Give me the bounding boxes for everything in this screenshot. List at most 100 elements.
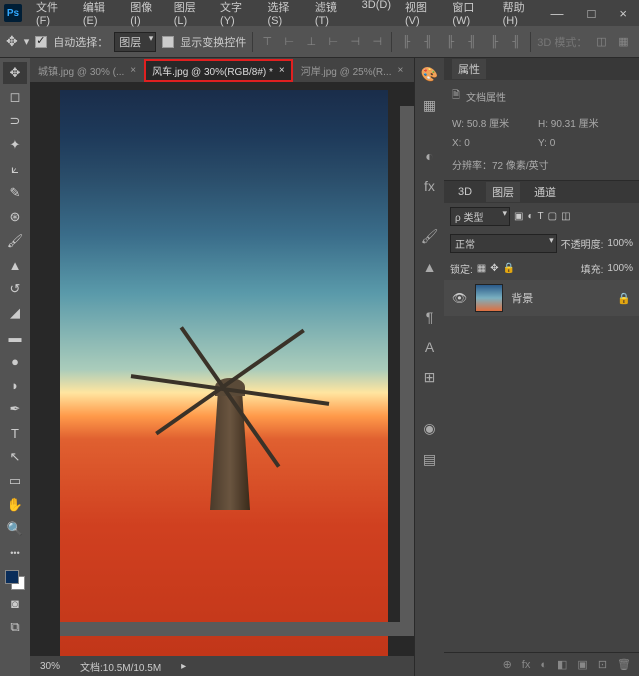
properties-tab[interactable]: 属性: [452, 59, 486, 79]
chevron-down-icon[interactable]: ▾: [24, 35, 30, 48]
stamp-tool[interactable]: ▲: [3, 254, 27, 276]
hand-tool[interactable]: ✋: [3, 494, 27, 516]
paragraph-icon[interactable]: ¶: [426, 309, 434, 325]
tab-channels[interactable]: 通道: [528, 182, 562, 202]
chevron-right-icon[interactable]: ▸: [181, 661, 186, 672]
horizontal-scrollbar[interactable]: [60, 622, 414, 636]
visibility-icon[interactable]: 👁: [452, 291, 467, 305]
screen-mode-tool[interactable]: ⧉: [3, 616, 27, 638]
lock-all-icon[interactable]: 🔒: [503, 263, 515, 274]
3d-icon[interactable]: ▦: [615, 34, 631, 50]
brush-tool[interactable]: 🖌: [3, 230, 27, 252]
distribute-icon[interactable]: ╟: [486, 34, 502, 50]
blur-tool[interactable]: ●: [3, 350, 27, 372]
show-transform-checkbox[interactable]: [162, 36, 174, 48]
pen-tool[interactable]: ✒: [3, 398, 27, 420]
adjustment-icon[interactable]: ◧: [557, 658, 567, 671]
menu-help[interactable]: 帮助(H): [497, 0, 543, 29]
blend-mode-dropdown[interactable]: 正常: [450, 234, 557, 253]
fill-value[interactable]: 100%: [607, 263, 633, 274]
opacity-value[interactable]: 100%: [607, 238, 633, 249]
filter-icon[interactable]: ◐: [527, 211, 533, 222]
history-brush-tool[interactable]: ↺: [3, 278, 27, 300]
menu-type[interactable]: 文字(Y): [214, 0, 259, 29]
close-icon[interactable]: ×: [279, 65, 285, 76]
layer-name[interactable]: 背景: [511, 290, 533, 306]
menu-file[interactable]: 文件(F): [30, 0, 75, 29]
menu-3d[interactable]: 3D(D): [356, 0, 397, 29]
lasso-tool[interactable]: ⊃: [3, 110, 27, 132]
swatches-icon[interactable]: ▦: [423, 97, 436, 114]
lock-position-icon[interactable]: ✥: [490, 263, 498, 274]
filter-icon[interactable]: ▢: [548, 211, 557, 222]
menu-window[interactable]: 窗口(W): [446, 0, 494, 29]
distribute-icon[interactable]: ╢: [464, 34, 480, 50]
crop-tool[interactable]: ⟀: [3, 158, 27, 180]
shape-tool[interactable]: ▭: [3, 470, 27, 492]
align-hcenter-icon[interactable]: ⊣: [347, 34, 363, 50]
fx-icon[interactable]: fx: [522, 659, 531, 671]
menu-select[interactable]: 选择(S): [261, 0, 306, 29]
color-icon[interactable]: 🎨: [421, 66, 438, 83]
maximize-button[interactable]: □: [580, 4, 604, 23]
brush-panel-icon[interactable]: 🖌: [421, 228, 439, 245]
3d-icon[interactable]: ◫: [593, 34, 609, 50]
path-tool[interactable]: ↖: [3, 446, 27, 468]
distribute-icon[interactable]: ╢: [508, 34, 524, 50]
layer-thumbnail[interactable]: [475, 284, 503, 312]
dodge-tool[interactable]: ◗: [3, 374, 27, 396]
quickmask-tool[interactable]: ◙: [3, 592, 27, 614]
cc-icon[interactable]: ◉: [423, 420, 435, 437]
lib-icon[interactable]: ▤: [423, 451, 436, 468]
doc-tab-3[interactable]: 河岸.jpg @ 25%(R...×: [293, 59, 412, 82]
vertical-scrollbar[interactable]: [400, 106, 414, 622]
heal-tool[interactable]: ⊛: [3, 206, 27, 228]
menu-view[interactable]: 视图(V): [399, 0, 444, 29]
lock-pixels-icon[interactable]: ▦: [477, 263, 486, 274]
auto-select-dropdown[interactable]: 图层: [114, 32, 156, 52]
more-icon[interactable]: •••: [3, 542, 27, 564]
minimize-button[interactable]: —: [543, 4, 572, 23]
close-icon[interactable]: ×: [130, 65, 136, 76]
gradient-tool[interactable]: ▬: [3, 326, 27, 348]
filter-icon[interactable]: ◫: [561, 211, 570, 222]
adjustments-icon[interactable]: ◐: [425, 148, 433, 164]
mask-icon[interactable]: ◐: [540, 659, 547, 671]
distribute-icon[interactable]: ╢: [420, 34, 436, 50]
move-tool[interactable]: ✥: [3, 62, 27, 84]
doc-tab-1[interactable]: 城镇.jpg @ 30% (...×: [30, 59, 144, 82]
menu-edit[interactable]: 编辑(E): [77, 0, 122, 29]
zoom-level[interactable]: 30%: [40, 661, 60, 672]
distribute-icon[interactable]: ╟: [398, 34, 414, 50]
close-icon[interactable]: ×: [397, 65, 403, 76]
menu-filter[interactable]: 滤镜(T): [309, 0, 354, 29]
color-swatch[interactable]: [5, 570, 25, 590]
close-button[interactable]: ×: [611, 4, 635, 23]
clone-icon[interactable]: ▲: [423, 259, 437, 275]
tab-layers[interactable]: 图层: [486, 182, 520, 202]
new-layer-icon[interactable]: ⊡: [598, 658, 607, 671]
eyedropper-tool[interactable]: ✎: [3, 182, 27, 204]
marquee-tool[interactable]: ◻: [3, 86, 27, 108]
menu-layer[interactable]: 图层(L): [168, 0, 212, 29]
align-left-icon[interactable]: ⊢: [325, 34, 341, 50]
type-tool[interactable]: T: [3, 422, 27, 444]
align-bottom-icon[interactable]: ⊥: [303, 34, 319, 50]
align-right-icon[interactable]: ⊣: [369, 34, 385, 50]
doc-tab-2[interactable]: 风车.jpg @ 30%(RGB/8#) *×: [144, 59, 293, 82]
menu-image[interactable]: 图像(I): [124, 0, 166, 29]
tab-3d[interactable]: 3D: [452, 184, 478, 200]
align-vcenter-icon[interactable]: ⊢: [281, 34, 297, 50]
filter-icon[interactable]: ▣: [514, 211, 523, 222]
wand-tool[interactable]: ✦: [3, 134, 27, 156]
distribute-icon[interactable]: ╟: [442, 34, 458, 50]
link-icon[interactable]: ⊕: [503, 658, 512, 671]
canvas[interactable]: [30, 82, 414, 656]
layer-row[interactable]: 👁 背景 🔒: [444, 280, 639, 316]
glyph-icon[interactable]: ⊞: [424, 369, 436, 386]
layer-kind-dropdown[interactable]: ρ 类型: [450, 207, 510, 226]
zoom-tool[interactable]: 🔍: [3, 518, 27, 540]
trash-icon[interactable]: 🗑: [617, 658, 631, 671]
styles-icon[interactable]: fx: [424, 178, 435, 194]
align-top-icon[interactable]: ⊤: [259, 34, 275, 50]
